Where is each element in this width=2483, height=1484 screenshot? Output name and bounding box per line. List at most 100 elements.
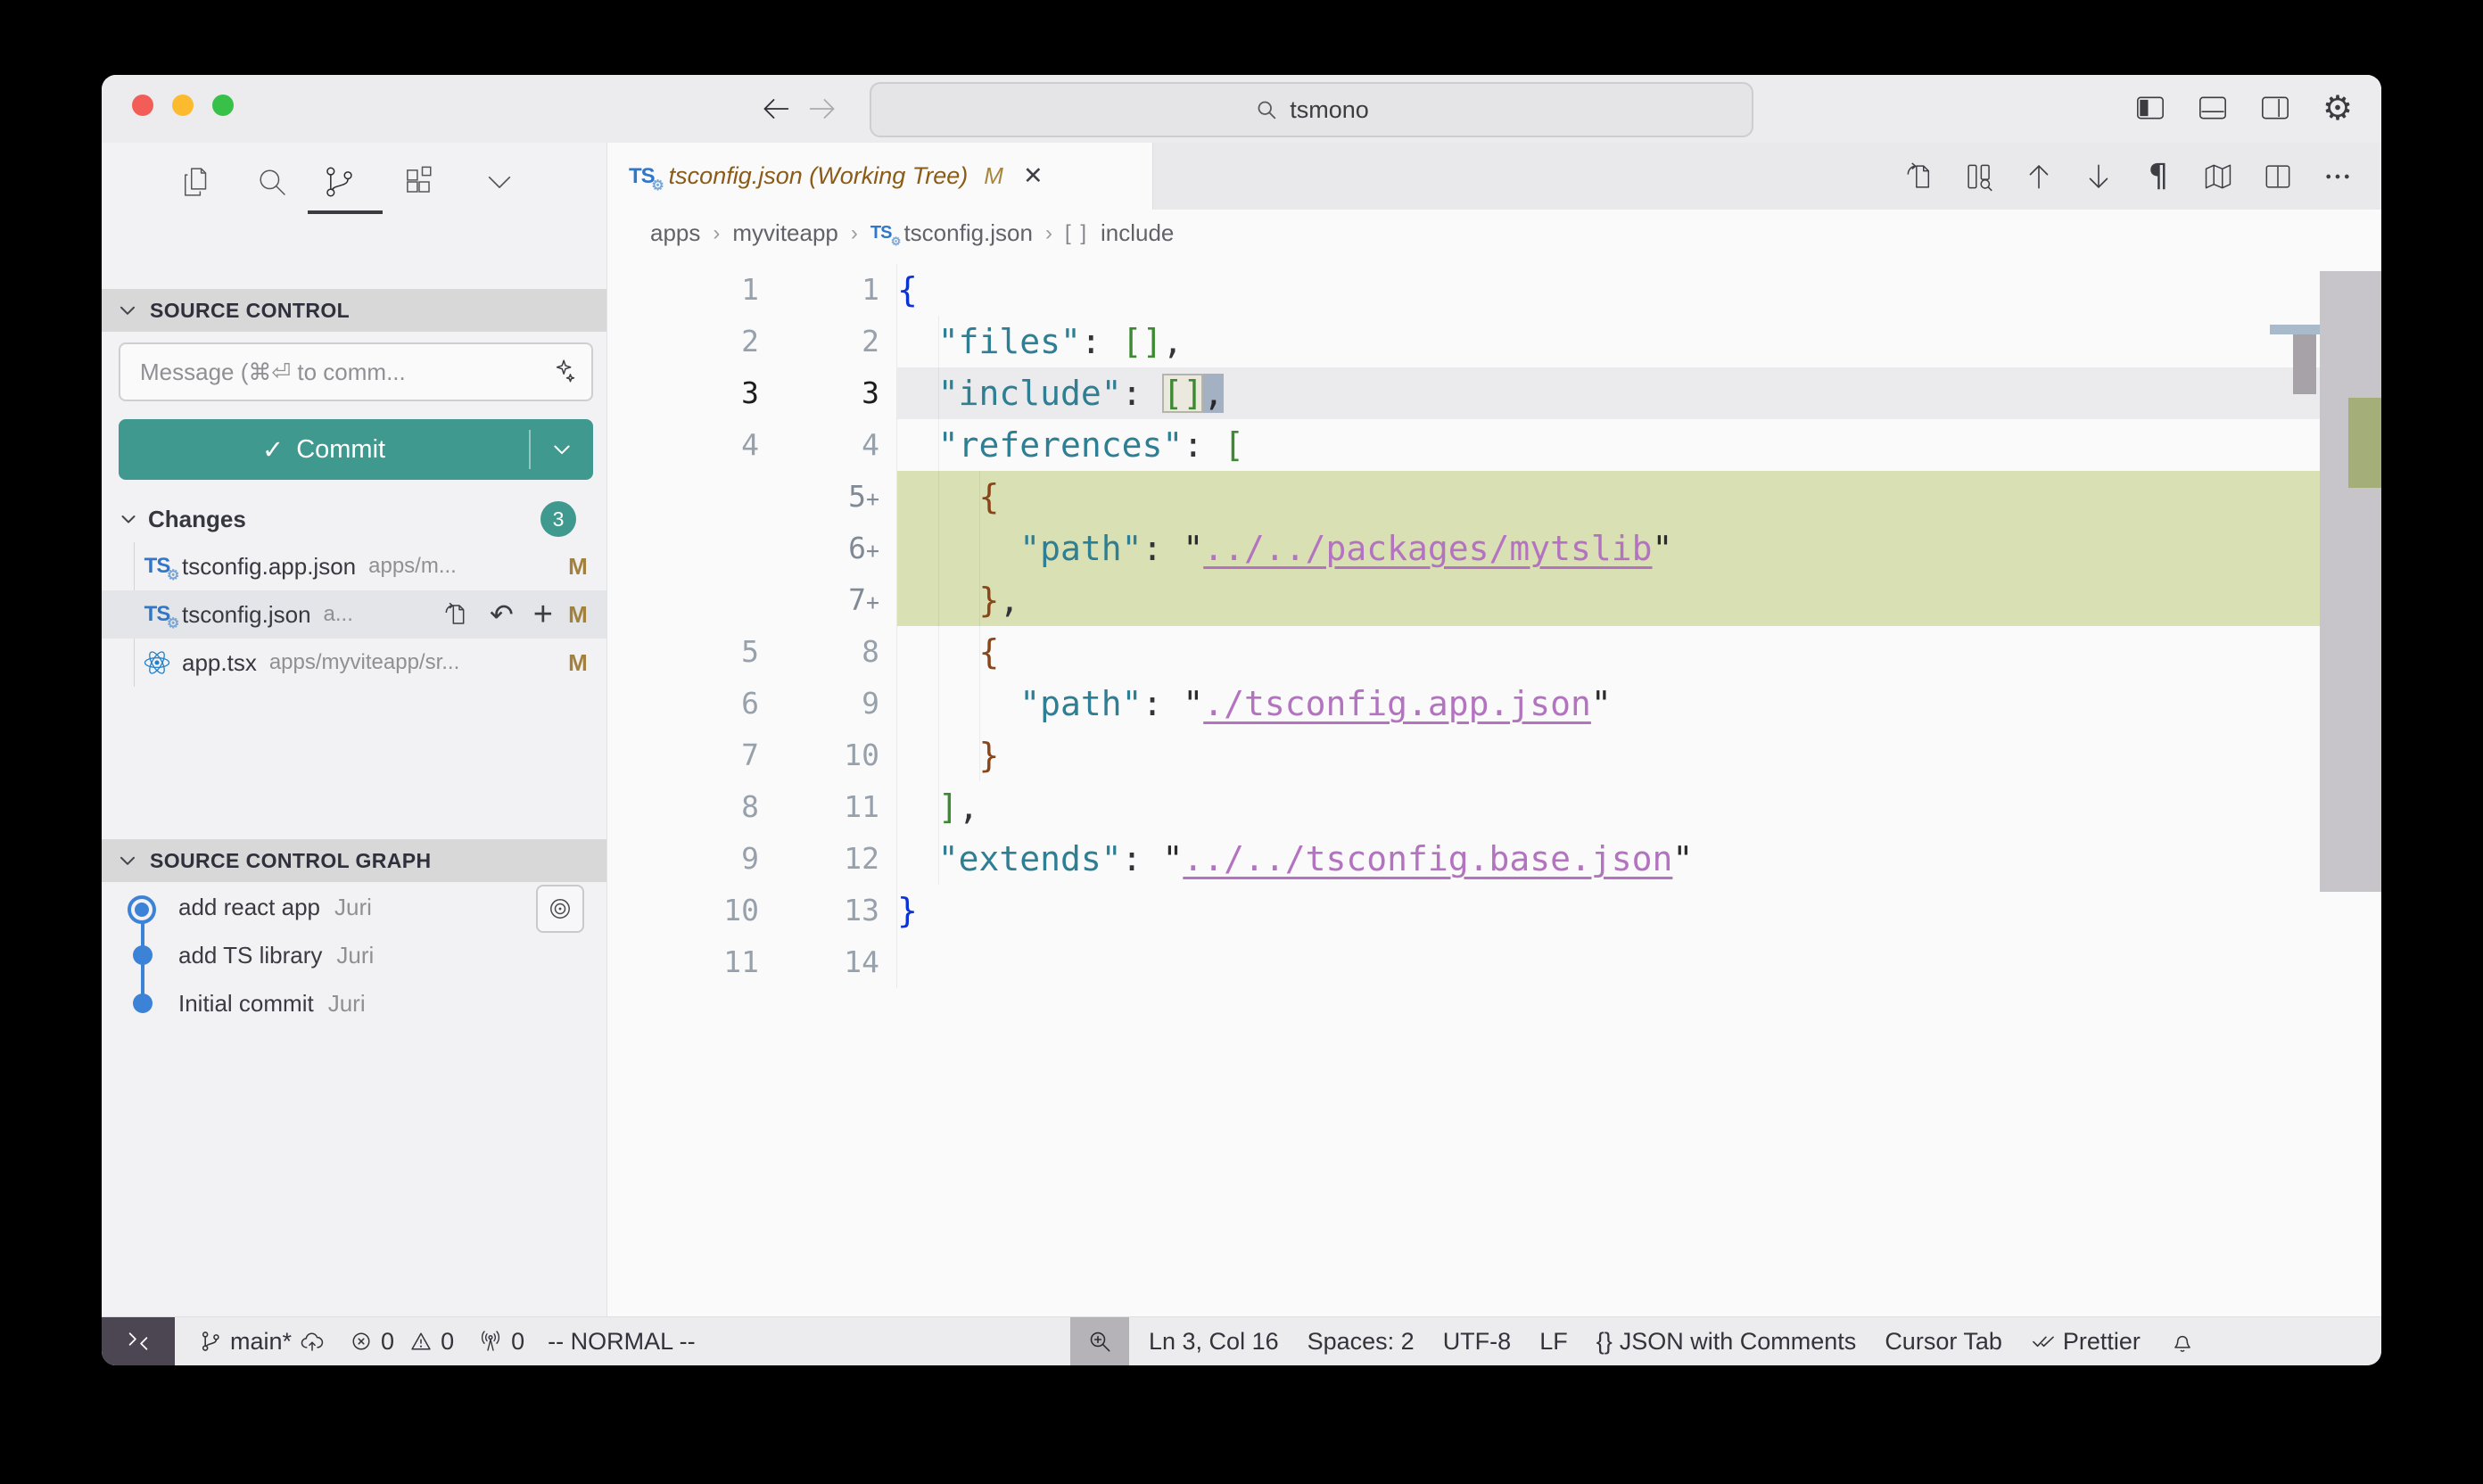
problems-status-button[interactable]: 0 0 bbox=[349, 1328, 454, 1356]
toggle-primary-sidebar-button[interactable] bbox=[2130, 87, 2171, 128]
inline-diff-view-button[interactable] bbox=[1960, 158, 1998, 195]
code-line[interactable]: 58 { bbox=[607, 626, 2320, 678]
chevron-down-icon bbox=[116, 849, 139, 872]
sidebar: SOURCE CONTROL Message (⌘⏎ to comm... ✓ … bbox=[102, 143, 607, 1317]
generate-commit-message-button[interactable] bbox=[547, 357, 577, 387]
accessible-diff-viewer-button[interactable] bbox=[2199, 158, 2237, 195]
settings-button[interactable]: ⚙ bbox=[2317, 87, 2358, 128]
code-editor[interactable]: 11{22 "files": [],33 "include": [],44 "r… bbox=[607, 257, 2381, 1317]
code-line[interactable]: 7+ }, bbox=[607, 574, 2320, 626]
commit-message: add TS library bbox=[178, 942, 322, 969]
navigate-forward-button[interactable] bbox=[801, 87, 844, 130]
vim-mode-indicator[interactable]: -- NORMAL -- bbox=[548, 1328, 695, 1356]
file-name: app.tsx bbox=[182, 649, 257, 677]
commit-dropdown-button[interactable] bbox=[531, 437, 593, 462]
changed-file-row[interactable]: TS⚙ tsconfig.app.json apps/m... M bbox=[102, 542, 606, 590]
breadcrumb-item-tsconfig[interactable]: tsconfig.json bbox=[903, 219, 1033, 247]
open-file-button[interactable] bbox=[1901, 158, 1938, 195]
whitespace-toggle-button[interactable]: ¶ bbox=[2140, 158, 2177, 195]
more-actions-button[interactable] bbox=[2319, 158, 2356, 195]
code-line[interactable]: 69 "path": "./tsconfig.app.json" bbox=[607, 678, 2320, 730]
commit-row[interactable]: Initial commit Juri bbox=[102, 979, 606, 1027]
changed-file-row[interactable]: TS⚙ tsconfig.json a... ↶ + M bbox=[102, 590, 606, 639]
activity-bar bbox=[102, 143, 606, 221]
double-check-icon bbox=[2031, 1329, 2056, 1354]
code-line[interactable]: 44 "references": [ bbox=[607, 419, 2320, 471]
code-line[interactable]: 22 "files": [], bbox=[607, 316, 2320, 367]
code-line[interactable]: 710 } bbox=[607, 730, 2320, 781]
commit-button[interactable]: ✓ Commit bbox=[119, 419, 593, 480]
close-window-button[interactable] bbox=[132, 95, 153, 116]
eol-button[interactable]: LF bbox=[1539, 1328, 1568, 1356]
source-control-icon bbox=[319, 162, 359, 202]
open-file-button[interactable] bbox=[441, 600, 470, 629]
previous-change-button[interactable] bbox=[2020, 158, 2058, 195]
chevron-down-icon bbox=[118, 508, 139, 530]
goto-current-history-item-button[interactable] bbox=[536, 885, 584, 933]
check-icon: ✓ bbox=[262, 434, 284, 466]
cursor-position-button[interactable]: Ln 3, Col 16 bbox=[1149, 1328, 1279, 1356]
zoom-window-button[interactable] bbox=[212, 95, 234, 116]
code-line[interactable]: 811 ], bbox=[607, 781, 2320, 833]
indentation-text: Spaces: 2 bbox=[1307, 1328, 1415, 1356]
next-change-button[interactable] bbox=[2080, 158, 2117, 195]
minimize-window-button[interactable] bbox=[172, 95, 194, 116]
code-line[interactable]: 6+ "path": "../../packages/mytslib" bbox=[607, 523, 2320, 574]
toggle-secondary-sidebar-button[interactable] bbox=[2255, 87, 2296, 128]
branch-status-button[interactable]: main* bbox=[198, 1328, 326, 1356]
tab-tsconfig-working-tree[interactable]: TS⚙ tsconfig.json (Working Tree) M ✕ bbox=[607, 143, 1153, 210]
title-bar: tsmono ⚙ bbox=[102, 75, 2381, 143]
commit-author: Juri bbox=[334, 894, 372, 921]
editor-group: TS⚙ tsconfig.json (Working Tree) M ✕ bbox=[607, 143, 2381, 1317]
breadcrumb-item-myviteapp[interactable]: myviteapp bbox=[732, 219, 838, 247]
modified-badge: M bbox=[560, 553, 596, 581]
commit-message-input[interactable]: Message (⌘⏎ to comm... bbox=[119, 342, 593, 401]
discard-icon: ↶ bbox=[490, 598, 514, 631]
language-text: JSON with Comments bbox=[1620, 1328, 1857, 1356]
commit-row[interactable]: add TS library Juri bbox=[102, 931, 606, 979]
git-branch-icon bbox=[198, 1329, 223, 1354]
code-line[interactable]: 33 "include": [], bbox=[607, 367, 2320, 419]
cursor-tab-button[interactable]: Cursor Tab bbox=[1885, 1328, 2002, 1356]
activity-more-button[interactable] bbox=[480, 162, 519, 202]
activity-extensions-button[interactable] bbox=[400, 162, 439, 202]
code-line[interactable]: 5+ { bbox=[607, 471, 2320, 523]
source-control-section-header[interactable]: SOURCE CONTROL bbox=[102, 289, 606, 332]
discard-changes-button[interactable]: ↶ bbox=[490, 600, 514, 629]
activity-explorer-button[interactable] bbox=[177, 162, 216, 202]
ports-status-button[interactable]: 0 bbox=[477, 1328, 524, 1356]
source-control-graph-section-header[interactable]: SOURCE CONTROL GRAPH bbox=[102, 839, 606, 882]
changes-section-header[interactable]: Changes bbox=[102, 496, 606, 542]
formatter-button[interactable]: Prettier bbox=[2031, 1328, 2141, 1356]
breadcrumb-item-include[interactable]: include bbox=[1101, 219, 1174, 247]
indentation-button[interactable]: Spaces: 2 bbox=[1307, 1328, 1415, 1356]
remote-indicator-button[interactable] bbox=[102, 1317, 175, 1365]
activity-source-control-button[interactable] bbox=[319, 162, 359, 202]
code-line[interactable]: 912 "extends": "../../tsconfig.base.json… bbox=[607, 833, 2320, 885]
ts-file-icon: TS⚙ bbox=[629, 164, 655, 189]
warning-count: 0 bbox=[441, 1328, 454, 1356]
command-center-search[interactable]: tsmono bbox=[870, 82, 1753, 137]
code-line[interactable]: 1114 bbox=[607, 936, 2320, 988]
error-count: 0 bbox=[381, 1328, 394, 1356]
screencast-zoom-indicator[interactable] bbox=[1070, 1317, 1129, 1365]
language-mode-button[interactable]: {} JSON with Comments bbox=[1596, 1328, 1857, 1356]
commit-row[interactable]: add react app Juri bbox=[102, 883, 606, 931]
commit-message: Initial commit bbox=[178, 990, 314, 1018]
activity-search-button[interactable] bbox=[252, 162, 292, 202]
encoding-button[interactable]: UTF-8 bbox=[1443, 1328, 1512, 1356]
arrow-right-icon bbox=[804, 91, 840, 127]
stage-changes-button[interactable]: + bbox=[533, 600, 553, 629]
navigate-back-button[interactable] bbox=[755, 87, 797, 130]
chevron-right-icon: › bbox=[713, 221, 720, 246]
toggle-panel-button[interactable] bbox=[2192, 87, 2233, 128]
code-line[interactable]: 1013} bbox=[607, 885, 2320, 936]
breadcrumb-item-apps[interactable]: apps bbox=[650, 219, 700, 247]
error-icon bbox=[349, 1329, 374, 1354]
editor-scrollbar[interactable] bbox=[2320, 271, 2381, 892]
notifications-button[interactable] bbox=[2169, 1328, 2196, 1355]
code-line[interactable]: 11{ bbox=[607, 264, 2320, 316]
split-editor-button[interactable] bbox=[2259, 158, 2297, 195]
changed-file-row[interactable]: app.tsx apps/myviteapp/sr... M bbox=[102, 639, 606, 687]
tab-close-button[interactable]: ✕ bbox=[1023, 162, 1044, 190]
